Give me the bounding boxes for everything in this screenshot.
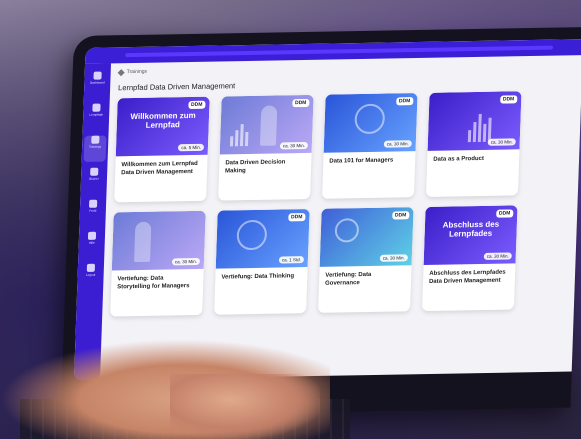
sidebar-item-label: Trainings [88, 144, 102, 149]
card-thumbnail: Abschluss des Lernpfades DDM ca. 30 Min. [423, 205, 518, 266]
duration-badge: ca. 30 Min. [279, 141, 309, 150]
training-card[interactable]: DDM ca. 30 Min. Data as a Product [425, 91, 522, 197]
card-thumbnail: Willkommen zum Lernpfad DDM ca. 5 Min. [115, 96, 210, 157]
card-thumbnail: DDM ca. 30 Min. [323, 93, 418, 153]
sidebar-item-label: Logout [85, 272, 96, 277]
thumbnail-title: Willkommen zum Lernpfad [130, 110, 196, 130]
ddm-badge: DDM [395, 97, 414, 106]
duration-badge: ca. 30 Min. [379, 254, 408, 262]
card-title: Data Driven Decision Making [224, 159, 286, 175]
sidebar-item-label: Hilfe [88, 240, 95, 245]
ddm-badge: DDM [187, 100, 206, 110]
training-card[interactable]: DDM ca. 30 Min. Data 101 for Managers [322, 93, 418, 199]
breadcrumb-label[interactable]: Trainings [127, 69, 148, 75]
training-card[interactable]: ca. 30 Min. Vertiefung: Data Storytellin… [110, 210, 206, 317]
right-hand [170, 374, 320, 439]
ddm-badge: DDM [495, 209, 514, 218]
book-icon [90, 167, 99, 176]
top-bar [85, 39, 581, 64]
training-card[interactable]: DDM ca. 30 Min. Vertiefung: Data Governa… [318, 207, 414, 313]
person-illustration [134, 221, 152, 263]
network-illustration [334, 218, 360, 243]
person-illustration [259, 105, 278, 146]
main-content: Trainings Lernpfad Data Driven Managemen… [108, 61, 581, 379]
chart-illustration [229, 124, 249, 147]
training-card[interactable]: Willkommen zum Lernpfad DDM ca. 5 Min. W… [114, 96, 210, 203]
sidebar-item-label: Bücher [89, 176, 99, 181]
training-card[interactable]: DDM ca. 30 Min. Data Driven Decision Mak… [218, 94, 314, 201]
card-thumbnail: ca. 30 Min. [111, 210, 206, 271]
sidebar-item-dashboard[interactable]: Dashboard [86, 71, 109, 97]
sidebar-item-hilfe[interactable]: Hilfe [80, 231, 103, 258]
sidebar: Dashboard Lernpfade Trainings Bücher Pro… [73, 63, 111, 381]
sidebar-item-lernpfade[interactable]: Lernpfade [85, 103, 108, 129]
card-thumbnail: DDM ca. 30 Min. [427, 91, 522, 151]
duration-badge: ca. 30 Min. [171, 257, 201, 266]
duration-badge: ca. 30 Min. [487, 138, 516, 146]
laptop-screen: Dashboard Lernpfade Trainings Bücher Pro… [73, 39, 581, 381]
ddm-badge: DDM [291, 98, 310, 108]
top-bar-accent [125, 45, 554, 58]
ddm-badge: DDM [287, 213, 306, 222]
card-title: Data as a Product [433, 155, 485, 163]
duration-badge: ca. 30 Min. [483, 252, 512, 260]
breadcrumb: Trainings [117, 61, 581, 76]
card-thumbnail: DDM ca. 30 Min. [319, 207, 414, 267]
card-title: Vertiefung: Data Storytelling for Manage… [117, 275, 190, 291]
sidebar-item-profil[interactable]: Profil [81, 199, 104, 226]
card-title: Vertiefung: Data Thinking [221, 273, 295, 281]
sidebar-item-trainings[interactable]: Trainings [83, 135, 107, 162]
page-title: Lernpfad Data Driven Management [117, 81, 236, 93]
training-card[interactable]: DDM ca. 1 Std. Vertiefung: Data Thinking [214, 208, 310, 315]
training-grid: Willkommen zum Lernpfad DDM ca. 5 Min. W… [110, 90, 581, 317]
sidebar-item-label: Profil [89, 208, 97, 213]
card-thumbnail: DDM ca. 1 Std. [215, 208, 310, 269]
dashboard-icon [93, 71, 102, 80]
training-icon [91, 135, 100, 144]
card-title: Willkommen zum Lernpfad Data Driven Mana… [121, 160, 198, 177]
brain-illustration [236, 219, 268, 251]
card-title: Abschluss des Lernpfades Data Driven Man… [428, 269, 506, 285]
sidebar-item-label: Dashboard [89, 80, 105, 85]
chart-illustration [467, 113, 492, 143]
duration-badge: ca. 1 Std. [278, 256, 305, 264]
ddm-badge: DDM [499, 95, 518, 104]
path-icon [92, 103, 101, 112]
card-thumbnail: DDM ca. 30 Min. [219, 94, 314, 155]
duration-badge: ca. 30 Min. [383, 140, 412, 148]
ddm-badge: DDM [391, 211, 410, 220]
help-icon [87, 231, 97, 240]
sidebar-item-logout[interactable]: Logout [79, 263, 102, 290]
card-title: Vertiefung: Data Governance [324, 271, 372, 287]
training-card[interactable]: Abschluss des Lernpfades DDM ca. 30 Min.… [421, 205, 518, 312]
logout-icon [86, 263, 96, 272]
sidebar-item-buecher[interactable]: Bücher [82, 167, 105, 194]
sidebar-item-label: Lernpfade [89, 112, 104, 117]
duration-badge: ca. 5 Min. [178, 143, 205, 152]
user-icon [88, 199, 98, 208]
thumbnail-title: Abschluss des Lernpfades [442, 219, 500, 239]
data-sphere-illustration [354, 103, 386, 135]
training-icon [117, 68, 125, 76]
card-title: Data 101 for Managers [329, 157, 394, 165]
